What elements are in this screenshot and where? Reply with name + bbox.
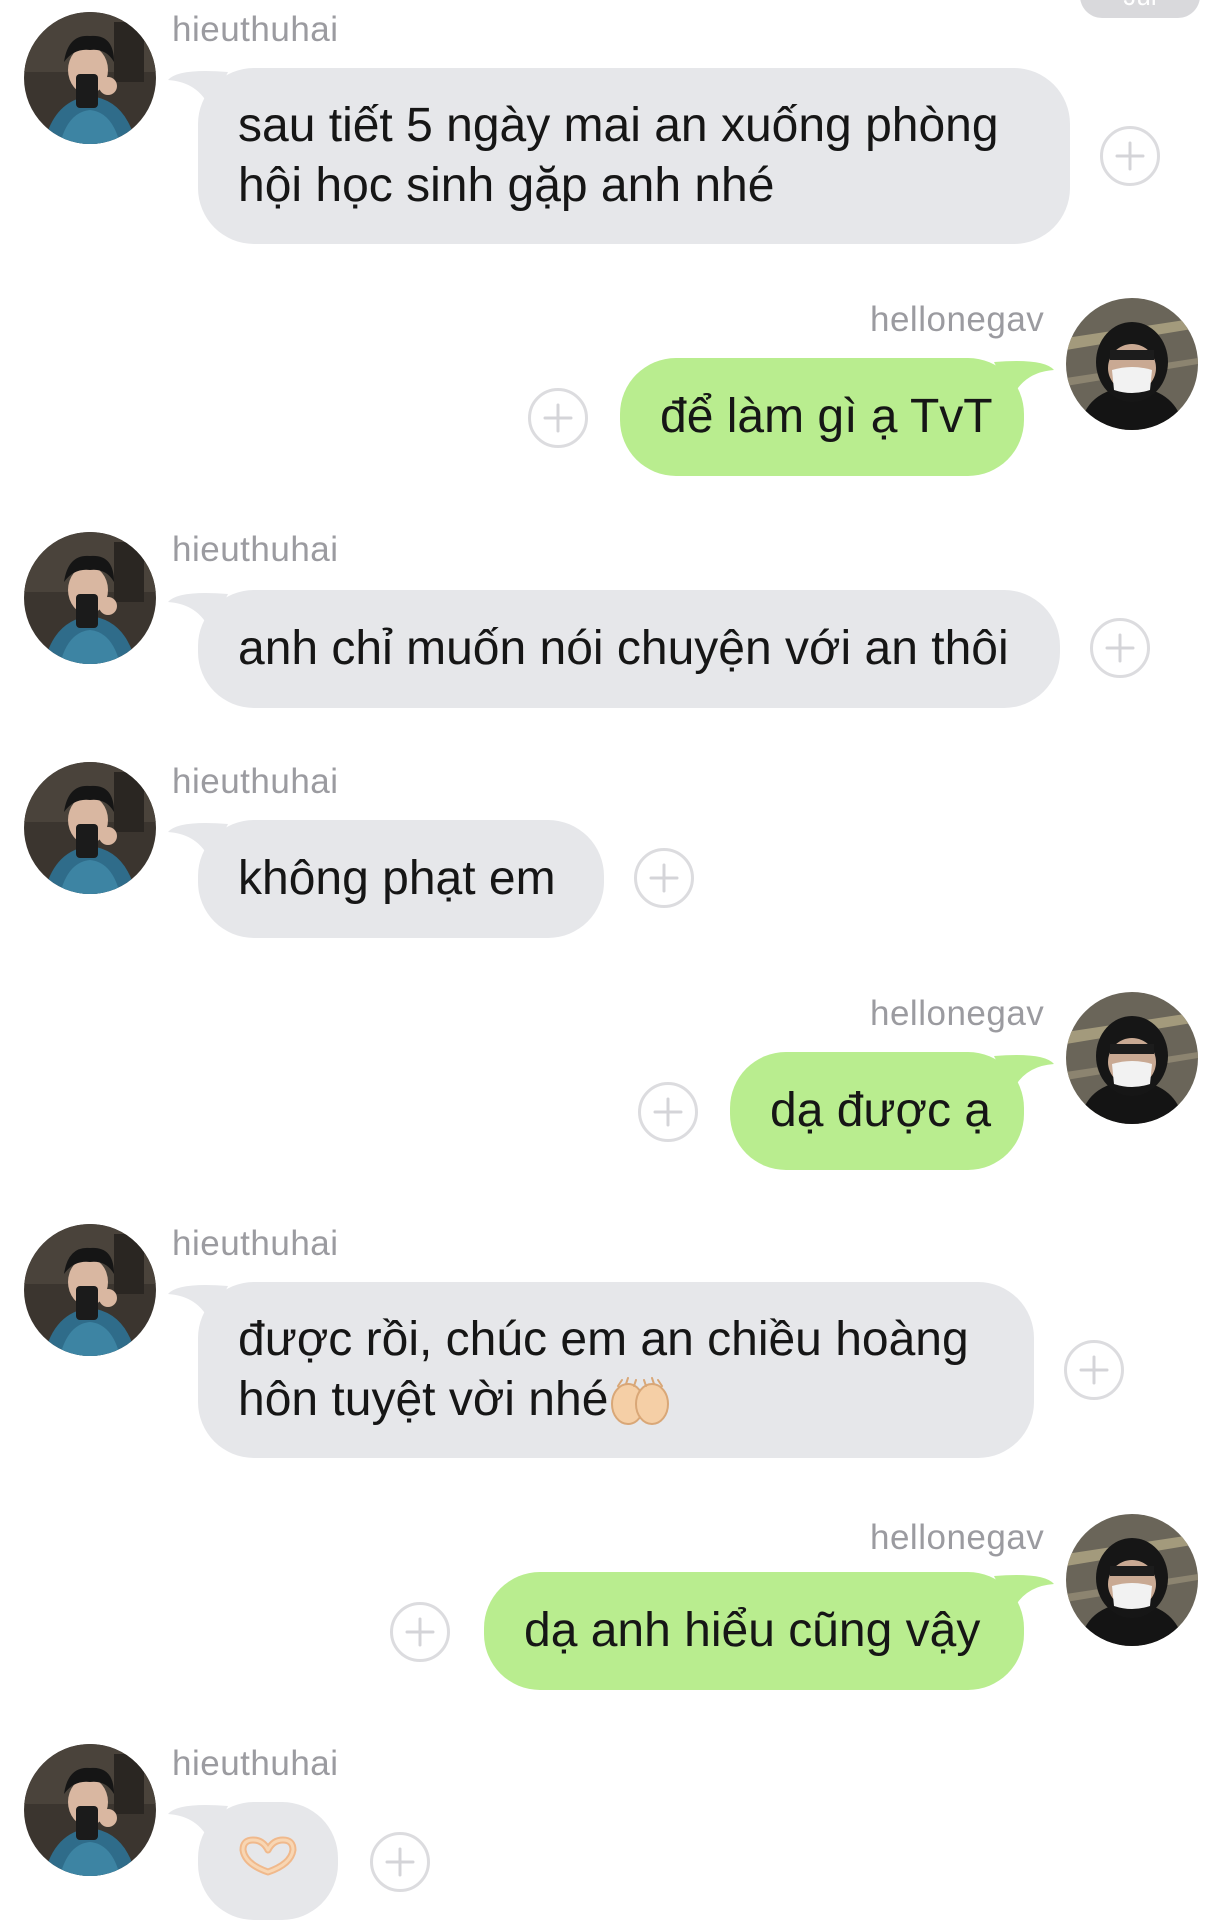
- sender-name: hellonegav: [870, 994, 1045, 1033]
- plus-circle-icon: [1113, 139, 1147, 173]
- add-reaction-button[interactable]: [1090, 618, 1150, 678]
- sender-name: hieuthuhai: [172, 1224, 339, 1263]
- sender-name: hellonegav: [870, 300, 1045, 339]
- message-text: không phạt em: [238, 852, 556, 905]
- sender-name: hieuthuhai: [172, 1744, 339, 1783]
- message-bubble[interactable]: dạ anh hiểu cũng vậy: [484, 1572, 1054, 1690]
- add-reaction-button[interactable]: [634, 848, 694, 908]
- plus-circle-icon: [647, 861, 681, 895]
- message-text: để làm gì ạ TvT: [660, 390, 993, 443]
- avatar-hellonegav[interactable]: [1066, 992, 1198, 1124]
- raising-hands-emoji: [608, 1376, 672, 1428]
- message-bubble[interactable]: để làm gì ạ TvT: [620, 358, 1054, 476]
- avatar-hieuthuhai[interactable]: [24, 532, 156, 664]
- avatar-hieuthuhai[interactable]: [24, 1744, 156, 1876]
- message-text: được rồi, chúc em an chiều hoàng: [238, 1313, 969, 1366]
- add-reaction-button[interactable]: [390, 1602, 450, 1662]
- avatar-hieuthuhai[interactable]: [24, 12, 156, 144]
- avatar-hieuthuhai[interactable]: [24, 1224, 156, 1356]
- heart-hands-emoji: [237, 1831, 299, 1891]
- plus-circle-icon: [541, 401, 575, 435]
- plus-circle-icon: [383, 1845, 417, 1879]
- plus-circle-icon: [1103, 631, 1137, 665]
- add-reaction-button[interactable]: [638, 1082, 698, 1142]
- message-bubble[interactable]: được rồi, chúc em an chiều hoàng hôn tuy…: [168, 1282, 1034, 1458]
- sender-name: hellonegav: [870, 1518, 1045, 1557]
- avatar-hellonegav[interactable]: [1066, 298, 1198, 430]
- message-text: anh chỉ muốn nói chuyện với an thôi: [238, 622, 1009, 675]
- avatar-hellonegav[interactable]: [1066, 1514, 1198, 1646]
- message-bubble[interactable]: [168, 1802, 338, 1920]
- message-text: hôn tuyệt vời nhé: [238, 1373, 609, 1426]
- sender-name: hieuthuhai: [172, 762, 339, 801]
- sender-name: hieuthuhai: [172, 10, 339, 49]
- avatar-hieuthuhai[interactable]: [24, 762, 156, 894]
- message-text: dạ anh hiểu cũng vậy: [524, 1604, 981, 1657]
- message-bubble[interactable]: anh chỉ muốn nói chuyện với an thôi: [168, 590, 1060, 708]
- message-bubble[interactable]: sau tiết 5 ngày mai an xuống phòng hội h…: [168, 68, 1070, 244]
- add-reaction-button[interactable]: [528, 388, 588, 448]
- add-reaction-button[interactable]: [1064, 1340, 1124, 1400]
- message-text: hội học sinh gặp anh nhé: [238, 159, 775, 212]
- add-reaction-button[interactable]: [1100, 126, 1160, 186]
- plus-circle-icon: [403, 1615, 437, 1649]
- message-bubble[interactable]: không phạt em: [168, 820, 604, 938]
- sender-name: hieuthuhai: [172, 530, 339, 569]
- message-bubble[interactable]: dạ được ạ: [730, 1052, 1054, 1170]
- add-reaction-button[interactable]: [370, 1832, 430, 1892]
- date-separator: Jul: [1080, 0, 1200, 18]
- message-text: sau tiết 5 ngày mai an xuống phòng: [238, 99, 999, 152]
- plus-circle-icon: [1077, 1353, 1111, 1387]
- plus-circle-icon: [651, 1095, 685, 1129]
- message-text: dạ được ạ: [770, 1084, 992, 1137]
